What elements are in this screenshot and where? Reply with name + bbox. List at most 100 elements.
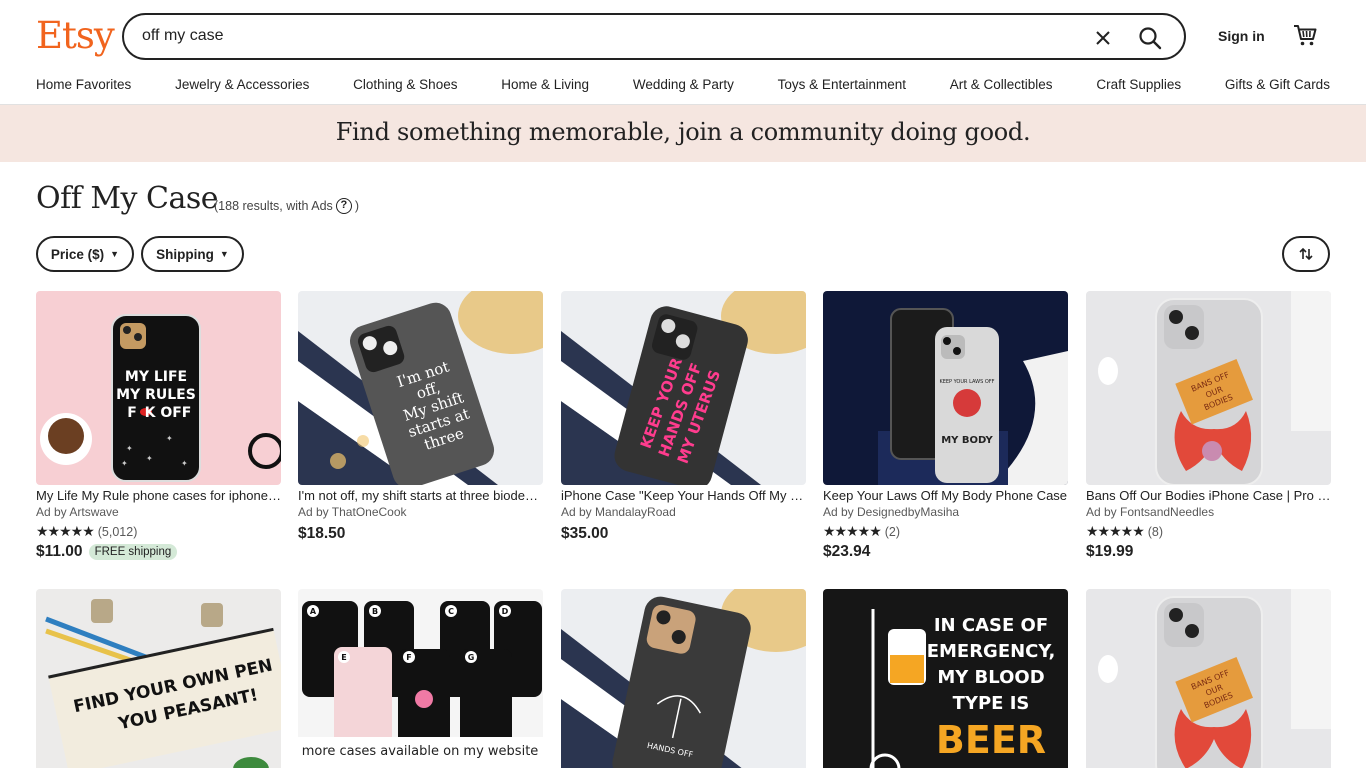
listing-title[interactable]: iPhone Case "Keep Your Hands Off My Uter… — [561, 488, 806, 503]
svg-text:✦: ✦ — [166, 434, 173, 443]
review-count: (8) — [1147, 524, 1164, 539]
shipping-filter-button[interactable]: Shipping ▼ — [141, 236, 244, 272]
listing-image[interactable]: BANS OFF OUR BODIES — [1086, 589, 1331, 768]
nav-gifts-gift-cards[interactable]: Gifts & Gift Cards — [1225, 77, 1330, 92]
listing-price: $35.00 — [561, 525, 609, 542]
image-text: more cases available on my website — [302, 744, 539, 759]
listing-title[interactable]: Keep Your Laws Off My Body Phone Case — [823, 488, 1068, 503]
search-bar — [122, 13, 1186, 60]
listing-card[interactable]: IN CASE OF EMERGENCY, MY BLOOD TYPE IS B… — [823, 589, 1068, 768]
cart-icon[interactable] — [1292, 22, 1318, 48]
svg-text:✦: ✦ — [146, 454, 153, 463]
sort-icon — [1299, 247, 1313, 261]
nav-wedding-party[interactable]: Wedding & Party — [633, 77, 734, 92]
listing-card[interactable]: I'm not off, My shift starts at three I'… — [298, 291, 543, 543]
image-text: KEEP YOUR LAWS OFF — [939, 379, 994, 385]
promo-banner: Find something memorable, join a communi… — [0, 105, 1366, 162]
listing-image[interactable]: KEEP YOUR HANDS OFF MY UTERUS — [561, 291, 806, 485]
listing-image[interactable]: HANDS OFF — [561, 589, 806, 768]
case-letter: C — [448, 607, 454, 616]
stars-icon: ★★★★★ — [36, 523, 95, 539]
image-text: IN CASE OF — [934, 615, 1048, 636]
listing-rating: ★★★★★ (8) — [1086, 523, 1331, 540]
image-text: F — [127, 405, 137, 421]
image-text: K OFF — [145, 405, 192, 421]
price-filter-label: Price ($) — [50, 246, 105, 262]
listing-price: $23.94 — [823, 543, 871, 560]
listing-shop: Ad by MandalayRoad — [561, 505, 676, 519]
listing-title[interactable]: I'm not off, my shift starts at three bi… — [298, 488, 543, 503]
listing-card[interactable]: KEEP YOUR HANDS OFF MY UTERUS iPhone Cas… — [561, 291, 806, 543]
stars-icon: ★★★★★ — [1086, 523, 1145, 539]
nav-home-living[interactable]: Home & Living — [501, 77, 589, 92]
price-row: $19.99 — [1086, 543, 1331, 561]
image-text: TYPE IS — [953, 693, 1030, 714]
site-header: Etsy Sign in Home Favorites Jewelry & Ac… — [0, 0, 1366, 105]
image-text: BEER — [936, 718, 1046, 762]
listing-card[interactable]: HANDS OFF — [561, 589, 806, 768]
search-icon[interactable] — [1136, 24, 1164, 52]
image-text: MY LIFE — [125, 369, 187, 385]
image-text: MY BLOOD — [937, 667, 1044, 688]
search-input[interactable] — [142, 27, 1042, 45]
listing-card[interactable]: BANS OFF OUR BODIES — [1086, 589, 1331, 768]
listing-card[interactable]: MY LIFE MY RULES F K OFF ✦ ✦ ✦ ✦ ✦ My Life M… — [36, 291, 281, 561]
svg-text:✦: ✦ — [181, 459, 188, 468]
listing-card[interactable]: KEEP YOUR LAWS OFF MY BODY Keep Your Law… — [823, 291, 1068, 561]
nav-clothing-shoes[interactable]: Clothing & Shoes — [353, 77, 457, 92]
nav-home-favorites[interactable]: Home Favorites — [36, 77, 131, 92]
category-nav: Home Favorites Jewelry & Accessories Clo… — [36, 77, 1330, 92]
image-text: EMERGENCY, — [927, 641, 1056, 662]
listing-price: $11.00 — [36, 543, 83, 560]
listing-image[interactable]: MY LIFE MY RULES F K OFF ✦ ✦ ✦ ✦ ✦ — [36, 291, 281, 485]
stars-icon: ★★★★★ — [823, 523, 882, 539]
price-filter-button[interactable]: Price ($) ▼ — [36, 236, 134, 272]
case-letter: A — [310, 607, 317, 616]
listing-title[interactable]: My Life My Rule phone cases for iphone 1… — [36, 488, 281, 503]
review-count: (2) — [884, 524, 901, 539]
listing-shop: Ad by ThatOneCook — [298, 505, 407, 519]
sign-in-link[interactable]: Sign in — [1218, 28, 1265, 44]
nav-jewelry-accessories[interactable]: Jewelry & Accessories — [175, 77, 309, 92]
listing-image[interactable]: A B C D E F G more cases available on my… — [298, 589, 543, 768]
listing-shop: Ad by FontsandNeedles — [1086, 505, 1215, 519]
image-text: MY RULES — [116, 387, 196, 403]
svg-text:✦: ✦ — [126, 444, 133, 453]
help-icon[interactable]: ? — [335, 198, 352, 214]
results-close: ) — [354, 199, 359, 213]
listing-image[interactable]: IN CASE OF EMERGENCY, MY BLOOD TYPE IS B… — [823, 589, 1068, 768]
free-shipping-badge: FREE shipping — [88, 544, 178, 560]
case-letter: D — [502, 607, 509, 616]
sort-button[interactable] — [1282, 236, 1330, 272]
caret-down-icon: ▼ — [219, 249, 229, 259]
shipping-filter-label: Shipping — [156, 246, 214, 262]
listing-title[interactable]: Bans Off Our Bodies iPhone Case | Pro Ch… — [1086, 488, 1331, 503]
price-row: $35.00 — [561, 525, 806, 543]
listing-card[interactable]: A B C D E F G more cases available on my… — [298, 589, 543, 768]
results-text: (188 results, with Ads — [214, 199, 333, 213]
clear-search-icon[interactable] — [1090, 25, 1116, 51]
etsy-logo[interactable]: Etsy — [36, 14, 115, 57]
nav-toys-entertainment[interactable]: Toys & Entertainment — [778, 77, 906, 92]
listing-card[interactable]: BANS OFF OUR BODIES Bans Off Our Bodies … — [1086, 291, 1331, 561]
price-row: $11.00 FREE shipping — [36, 543, 281, 561]
banner-text: Find something memorable, join a communi… — [335, 118, 1031, 146]
caret-down-icon: ▼ — [110, 249, 120, 259]
listing-card[interactable]: FIND YOUR OWN PEN YOU PEASANT! — [36, 589, 281, 768]
case-letter: B — [372, 607, 378, 616]
case-letter: G — [468, 653, 475, 662]
listing-image[interactable]: FIND YOUR OWN PEN YOU PEASANT! — [36, 589, 281, 768]
nav-art-collectibles[interactable]: Art & Collectibles — [950, 77, 1053, 92]
review-count: (5,012) — [97, 524, 138, 539]
image-text: MY BODY — [941, 435, 993, 446]
price-row: $18.50 — [298, 525, 543, 543]
nav-craft-supplies[interactable]: Craft Supplies — [1096, 77, 1181, 92]
listing-image[interactable]: KEEP YOUR LAWS OFF MY BODY — [823, 291, 1068, 485]
listing-image[interactable]: I'm not off, My shift starts at three — [298, 291, 543, 485]
listing-image[interactable]: BANS OFF OUR BODIES — [1086, 291, 1331, 485]
listing-price: $18.50 — [298, 525, 346, 542]
svg-text:✦: ✦ — [121, 459, 128, 468]
case-letter: E — [341, 653, 346, 662]
listing-shop: Ad by Artswave — [36, 505, 119, 519]
price-row: $23.94 — [823, 543, 1068, 561]
